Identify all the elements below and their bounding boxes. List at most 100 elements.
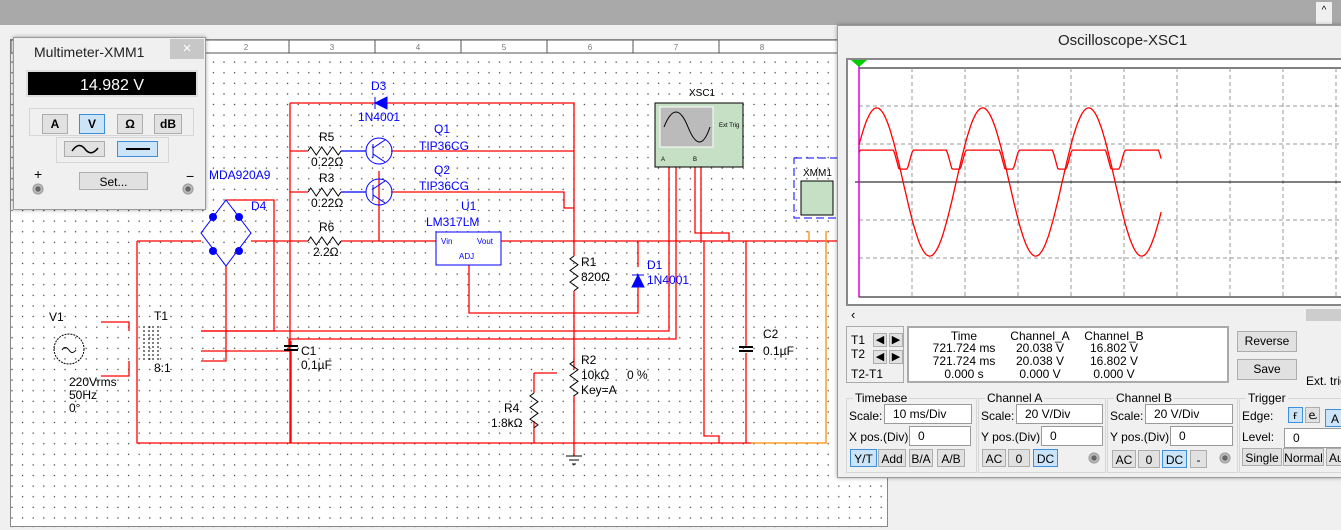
channel-a-zero-button[interactable]: 0 — [1008, 449, 1030, 467]
t2-right-arrow-icon[interactable]: ▶ — [889, 350, 903, 364]
value-d1: 1N4001 — [647, 273, 689, 287]
mode-a-button[interactable]: A — [42, 114, 68, 134]
channel-a-ac-button[interactable]: AC — [982, 449, 1006, 467]
normal-button[interactable]: Normal — [1283, 448, 1324, 466]
label-t1: T1 — [154, 309, 168, 323]
cursor-cell: 721.724 ms — [932, 341, 996, 355]
channel-b-color-indicator[interactable] — [1219, 452, 1231, 464]
add-button[interactable]: Add — [878, 449, 906, 467]
extra-v1: 0° — [69, 401, 81, 415]
xsc1-screen — [659, 106, 714, 148]
channel-a-color-indicator[interactable] — [1088, 452, 1100, 464]
ruler-label: 3 — [330, 43, 335, 52]
ext-trig-label: Ext. trig — [1306, 374, 1341, 388]
value-c2: 0.1µF — [763, 344, 794, 358]
channel-b-ypos-input[interactable]: 0 — [1170, 426, 1233, 446]
mode-ohm-button[interactable]: Ω — [117, 114, 143, 134]
value-r3: 0.22Ω — [311, 196, 343, 210]
label-r1: R1 — [581, 255, 597, 269]
timebase-scale-input[interactable]: 10 ms/Div — [884, 404, 972, 424]
negative-terminal[interactable] — [182, 183, 194, 195]
multimeter-xmm1-icon[interactable] — [800, 180, 834, 216]
label-c2: C2 — [763, 327, 779, 341]
label-r4: R4 — [504, 401, 520, 415]
value-q2: TIP36CG — [419, 179, 469, 193]
scroll-up-button[interactable]: ^ — [1316, 2, 1332, 24]
scope-screen — [846, 58, 1341, 306]
oscilloscope-window: Oscilloscope-XSC1 ‹ T1 T2 T2-T1 ◀ ▶ ◀ ▶ … — [837, 25, 1341, 478]
positive-terminal[interactable] — [32, 183, 44, 195]
extra-r2: Key=A — [581, 383, 617, 397]
cursor-cell: 721.724 ms — [932, 354, 996, 368]
cursor-cell: 16.802 V — [1089, 354, 1139, 368]
channel-b-ac-button[interactable]: AC — [1112, 450, 1136, 468]
cursor-cell: 0.000 s — [944, 367, 984, 381]
channel-a-dc-button[interactable]: DC — [1033, 449, 1058, 467]
falling-edge-icon[interactable]: ⱸ — [1305, 407, 1320, 423]
pin-u1: Vin — [441, 237, 452, 246]
scope-plot — [851, 60, 1341, 298]
value-t1: 8:1 — [154, 361, 171, 375]
ruler-label: 5 — [502, 43, 507, 52]
channel-a-ypos-input[interactable]: 0 — [1041, 426, 1103, 446]
close-icon: × — [182, 40, 192, 57]
level-label: Level: — [1242, 430, 1275, 444]
channel-b-dc-button[interactable]: DC — [1162, 450, 1187, 468]
yt-button[interactable]: Y/T — [850, 449, 877, 467]
multimeter-display: 14.982 V — [26, 70, 198, 97]
trigger-level-input[interactable]: 0 — [1284, 428, 1341, 448]
multimeter-title: Multimeter-XMM1 — [34, 44, 145, 60]
cursor-cell: 0.000 V — [1093, 367, 1135, 381]
single-button[interactable]: Single — [1242, 448, 1282, 466]
mode-db-button[interactable]: dB — [154, 114, 182, 134]
cursor-cell: 20.038 V — [1015, 341, 1065, 355]
scope-scrollbar[interactable]: ‹ — [846, 307, 1341, 324]
ruler-label: 6 — [588, 43, 593, 52]
pin-xsc1: Ext Trig — [719, 123, 739, 129]
auto-button[interactable]: Auto — [1326, 448, 1341, 466]
reverse-button[interactable]: Reverse — [1237, 331, 1297, 352]
value-r2: 10kΩ — [581, 368, 609, 382]
label-d3: D3 — [371, 79, 387, 93]
timebase-title: Timebase — [853, 391, 910, 405]
label-v1: V1 — [49, 310, 64, 324]
channel-b-scale-label: Scale: — [1110, 409, 1144, 423]
x-pos-input[interactable]: 0 — [909, 426, 971, 446]
t1-left-arrow-icon[interactable]: ◀ — [873, 333, 887, 347]
pin-u1: ADJ — [459, 252, 474, 261]
trigger-source-a-button[interactable]: A — [1325, 409, 1341, 427]
value-d3: 1N4001 — [358, 110, 400, 124]
a-b-button[interactable]: A/B — [937, 449, 965, 467]
channel-a-scale-input[interactable]: 20 V/Div — [1016, 404, 1103, 424]
label-r6: R6 — [319, 220, 335, 234]
label-xmm1: XMM1 — [803, 168, 832, 179]
channel-b-zero-button[interactable]: 0 — [1138, 450, 1160, 468]
set-button[interactable]: Set... — [79, 172, 148, 190]
pin-u1: Vout — [477, 237, 494, 246]
ruler-label: 8 — [760, 43, 765, 52]
channel-b-scale-input[interactable]: 20 V/Div — [1145, 404, 1233, 424]
channel-a-scale-label: Scale: — [981, 409, 1015, 423]
channel-b-invert-button[interactable]: - — [1190, 450, 1207, 468]
scroll-left-icon[interactable]: ‹ — [851, 307, 855, 322]
bridge-diode — [235, 213, 243, 221]
mode-v-button[interactable]: V — [79, 114, 105, 134]
extra-v1: 50Hz — [69, 388, 97, 402]
t2-t1-label: T2-T1 — [851, 367, 884, 381]
trigger-title: Trigger — [1246, 391, 1288, 405]
bridge-diode — [209, 247, 217, 255]
cursor-controls: T1 T2 T2-T1 ◀ ▶ ◀ ▶ — [846, 326, 904, 383]
t2-left-arrow-icon[interactable]: ◀ — [873, 350, 887, 364]
save-button[interactable]: Save — [1237, 359, 1297, 380]
rising-edge-icon[interactable]: ғ — [1288, 407, 1303, 423]
channel-b-trace — [858, 149, 1162, 170]
t1-right-arrow-icon[interactable]: ▶ — [889, 333, 903, 347]
scroll-thumb[interactable] — [1306, 309, 1341, 321]
close-button[interactable]: × — [170, 39, 204, 59]
dc-coupling-button[interactable] — [117, 141, 158, 157]
ac-coupling-button[interactable] — [64, 141, 105, 157]
cursor-handle-icon[interactable] — [851, 60, 867, 67]
b-a-button[interactable]: B/A — [909, 449, 933, 467]
x-pos-label: X pos.(Div): — [849, 430, 912, 444]
cursor-cell: 0.000 V — [1019, 367, 1061, 381]
